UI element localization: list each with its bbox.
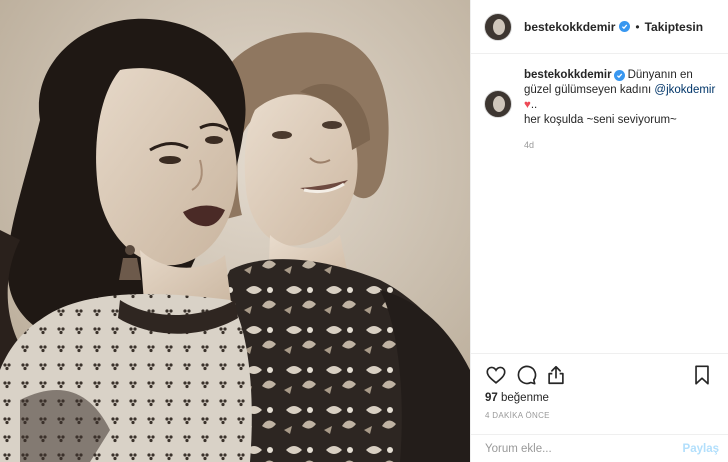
post-photo[interactable]	[0, 0, 470, 462]
caption-body: bestekokkdemir Dünyanın en güzel gülümsey…	[524, 68, 720, 153]
following-button[interactable]: Takiptesin	[645, 20, 703, 34]
post-timestamp[interactable]: 4 DAKİKA ÖNCE	[485, 411, 550, 420]
heart-emoji-icon: ♥	[524, 99, 531, 111]
caption-mention-link[interactable]: @jkokdemir	[654, 84, 715, 96]
comment-input[interactable]	[485, 443, 675, 455]
caption-timestamp[interactable]: 4d	[524, 138, 720, 153]
header-username[interactable]: bestekokkdemir	[524, 20, 615, 34]
post-header: bestekokkdemir • Takiptesin	[471, 0, 728, 54]
post-comment-button[interactable]: Paylaş	[683, 443, 719, 455]
caption-line-2: her koşulda ~seni seviyorum~	[524, 114, 677, 126]
heart-outline-icon[interactable]	[485, 364, 509, 388]
likes-count[interactable]: 97 beğenme	[485, 392, 549, 404]
verified-badge-icon	[619, 21, 631, 32]
verified-badge-icon	[613, 70, 625, 81]
likes-number: 97	[485, 392, 498, 404]
bookmark-icon[interactable]	[691, 364, 715, 388]
comment-icon[interactable]	[515, 364, 539, 388]
likes-label: beğenme	[501, 392, 549, 404]
header-separator: •	[635, 19, 640, 34]
post-sidebar: bestekokkdemir • Takiptesin bestekokkdem…	[470, 0, 728, 462]
sepia-portrait-image	[0, 0, 470, 462]
share-icon[interactable]	[545, 364, 569, 388]
caption-text-end: ..	[530, 99, 538, 111]
caption-username[interactable]: bestekokkdemir	[524, 69, 612, 81]
caption-avatar[interactable]	[484, 90, 512, 118]
instagram-post: bestekokkdemir • Takiptesin bestekokkdem…	[0, 0, 728, 462]
action-icons	[485, 364, 717, 388]
user-avatar[interactable]	[484, 12, 512, 41]
comment-bar: Paylaş	[471, 434, 728, 462]
post-caption: bestekokkdemir Dünyanın en güzel gülümsey…	[484, 68, 720, 153]
post-actions: 97 beğenme 4 DAKİKA ÖNCE Paylaş	[471, 353, 728, 462]
